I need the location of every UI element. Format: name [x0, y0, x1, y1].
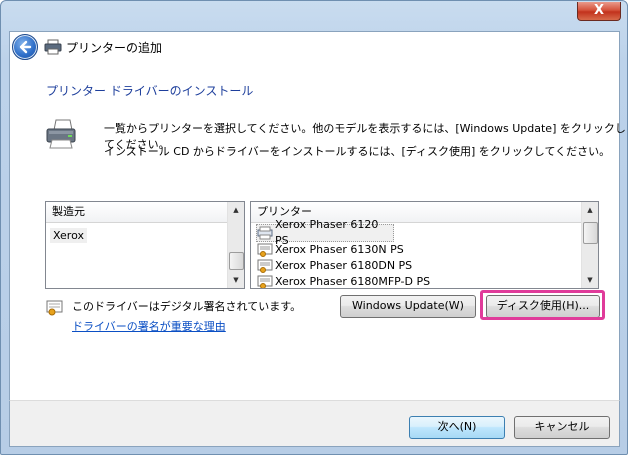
- signed-driver-icon: [257, 259, 273, 273]
- signature-status: このドライバーはデジタル署名されています。: [72, 300, 302, 313]
- description-line-2: インストール CD からドライバーをインストールするには、[ディスク使用] をク…: [104, 145, 611, 158]
- list-item[interactable]: Xerox Phaser 6130N PS: [257, 242, 579, 258]
- signed-driver-icon: [257, 243, 273, 257]
- page-heading: プリンター ドライバーのインストール: [46, 84, 254, 98]
- signed-driver-icon: [257, 275, 273, 288]
- close-button[interactable]: X: [577, 2, 621, 21]
- printer-item-label: Xerox Phaser 6180MFP-D PS: [275, 275, 431, 288]
- list-item[interactable]: Xerox Phaser 6180MFP-D PS: [257, 274, 579, 288]
- manufacturer-list[interactable]: 製造元 Xerox ▲ ▼: [45, 201, 245, 289]
- list-item[interactable]: Xerox Phaser 6180DN PS: [257, 258, 579, 274]
- printer-small-icon: [44, 39, 62, 55]
- next-button[interactable]: 次へ(N): [409, 416, 505, 439]
- window-title: プリンターの追加: [66, 40, 163, 55]
- printer-items: Xerox Phaser 6120 PS Xerox Phaser 6130N …: [256, 218, 579, 288]
- scroll-down-arrow-icon[interactable]: ▼: [582, 272, 598, 288]
- list-item[interactable]: Xerox: [50, 228, 87, 243]
- back-arrow-icon: [19, 40, 32, 54]
- certificate-icon: [46, 300, 63, 316]
- printer-list[interactable]: プリンター Xerox Phaser 6120 PS Xerox Phaser …: [250, 201, 599, 289]
- scroll-thumb[interactable]: [229, 252, 244, 270]
- printer-item-label: Xerox Phaser 6180DN PS: [275, 259, 413, 272]
- back-button[interactable]: [12, 34, 38, 60]
- manufacturer-list-header: 製造元: [46, 202, 244, 223]
- scroll-up-arrow-icon[interactable]: ▲: [228, 202, 244, 218]
- printer-icon: [46, 119, 76, 149]
- list-item[interactable]: Xerox Phaser 6120 PS: [256, 218, 394, 247]
- printer-scrollbar[interactable]: ▲ ▼: [581, 202, 598, 288]
- printer-driver-icon: [257, 226, 273, 240]
- signature-info-link[interactable]: ドライバーの署名が重要な理由: [72, 318, 226, 334]
- window-header: プリンターの追加: [44, 38, 162, 56]
- scroll-down-arrow-icon[interactable]: ▼: [228, 272, 244, 288]
- scroll-up-arrow-icon[interactable]: ▲: [582, 202, 598, 218]
- printer-item-label: Xerox Phaser 6130N PS: [275, 243, 404, 256]
- cancel-button[interactable]: キャンセル: [514, 416, 610, 439]
- windows-update-button[interactable]: Windows Update(W): [340, 295, 476, 318]
- highlight-box: [480, 290, 605, 320]
- manufacturer-scrollbar[interactable]: ▲ ▼: [227, 202, 244, 288]
- scroll-thumb[interactable]: [583, 222, 598, 244]
